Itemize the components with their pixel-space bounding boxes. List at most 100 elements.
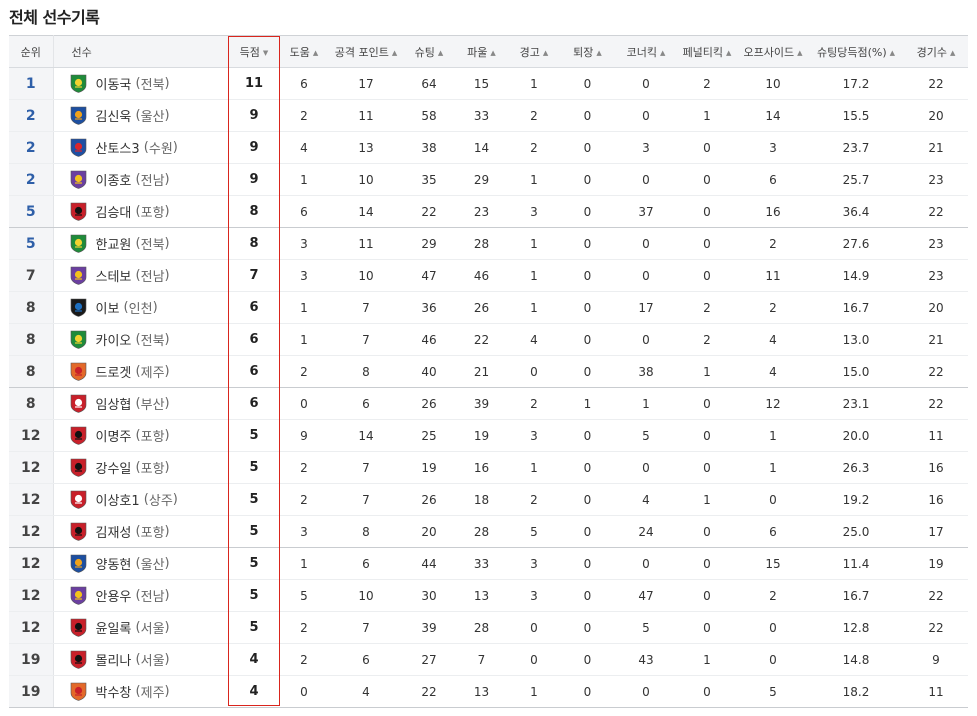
player-name[interactable]: 드로겟 <box>96 366 132 381</box>
corners-cell: 43 <box>616 643 676 676</box>
column-header-player: 선수 <box>53 35 228 68</box>
team-name: 수원 <box>148 142 173 157</box>
sort-asc-icon[interactable]: ▲ <box>313 49 318 57</box>
penalties-cell: 0 <box>676 227 738 260</box>
player-name[interactable]: 김재성 <box>96 526 132 541</box>
team-emblem-icon <box>70 586 87 605</box>
games-cell: 23 <box>904 227 968 260</box>
player-name[interactable]: 양동현 <box>96 558 132 573</box>
sort-asc-icon[interactable]: ▲ <box>490 49 495 57</box>
team-paren-close: ) <box>164 428 170 443</box>
player-name[interactable]: 이상호1 <box>96 494 140 509</box>
attack-points-cell: 6 <box>328 387 404 420</box>
player-name[interactable]: 임상협 <box>96 398 132 413</box>
offsides-cell: 16 <box>738 195 808 228</box>
sort-asc-icon[interactable]: ▲ <box>950 49 955 57</box>
player-name[interactable]: 이동국 <box>96 78 132 93</box>
goals-cell: 5 <box>228 515 280 548</box>
assists-cell: 2 <box>280 611 328 644</box>
team-name: 포항 <box>140 206 165 221</box>
player-name[interactable]: 한교원 <box>96 238 132 253</box>
red-cell: 0 <box>559 643 616 676</box>
rank-cell: 8 <box>9 323 54 356</box>
player-name[interactable]: 스테보 <box>96 270 132 285</box>
team-paren-open: ( <box>131 76 141 91</box>
player-name[interactable]: 이종호 <box>96 174 132 189</box>
fouls-cell: 19 <box>454 419 509 452</box>
sort-desc-icon[interactable]: ▼ <box>263 49 268 57</box>
sort-asc-icon[interactable]: ▲ <box>660 49 665 57</box>
red-cell: 0 <box>559 483 616 516</box>
penalties-cell: 0 <box>676 259 738 292</box>
sort-asc-icon[interactable]: ▲ <box>392 49 397 57</box>
player-name[interactable]: 이보 <box>96 302 120 317</box>
shots-cell: 46 <box>404 323 454 356</box>
team-paren-close: ) <box>164 652 170 667</box>
sort-asc-icon[interactable]: ▲ <box>438 49 443 57</box>
player-cell: 드로겟 (제주) <box>53 355 228 388</box>
table-row: 5 김승대 (포항) 8 6 14 22 23 3 0 37 0 16 36.4 22 <box>9 195 968 228</box>
table-row: 2 이종호 (전남) 9 1 10 35 29 1 0 0 0 6 25.7 23 <box>9 163 968 196</box>
sort-asc-icon[interactable]: ▲ <box>726 49 731 57</box>
column-header-assists[interactable]: 도움 ▲ <box>280 35 328 68</box>
sort-asc-icon[interactable]: ▲ <box>543 49 548 57</box>
penalties-cell: 0 <box>676 547 738 580</box>
yellow-cell: 1 <box>509 451 559 484</box>
red-cell: 0 <box>559 611 616 644</box>
column-header-offsides[interactable]: 오프사이드 ▲ <box>738 35 808 68</box>
team-paren-open: ( <box>131 108 141 123</box>
fouls-cell: 13 <box>454 675 509 708</box>
sort-asc-icon[interactable]: ▲ <box>890 49 895 57</box>
penalties-cell: 0 <box>676 195 738 228</box>
player-name[interactable]: 카이오 <box>96 334 132 349</box>
conversion-cell: 15.0 <box>808 355 904 388</box>
team-paren-open: ( <box>119 300 129 315</box>
sort-asc-icon[interactable]: ▲ <box>797 49 802 57</box>
fouls-cell: 39 <box>454 387 509 420</box>
player-name[interactable]: 이명주 <box>96 430 132 445</box>
attack-points-cell: 8 <box>328 355 404 388</box>
column-header-goals[interactable]: 득점 ▼ <box>228 35 280 68</box>
player-name[interactable]: 김신욱 <box>96 110 132 125</box>
column-header-red[interactable]: 퇴장 ▲ <box>559 35 616 68</box>
goals-cell: 6 <box>228 387 280 420</box>
red-cell: 0 <box>559 131 616 164</box>
attack-points-cell: 13 <box>328 131 404 164</box>
player-name[interactable]: 박수창 <box>96 686 132 701</box>
sort-asc-icon[interactable]: ▲ <box>596 49 601 57</box>
player-name[interactable]: 강수일 <box>96 462 132 477</box>
penalties-cell: 0 <box>676 579 738 612</box>
penalties-cell: 0 <box>676 515 738 548</box>
yellow-cell: 4 <box>509 323 559 356</box>
column-header-conversion[interactable]: 슈팅당득점(%) ▲ <box>808 35 904 68</box>
column-header-yellow[interactable]: 경고 ▲ <box>509 35 559 68</box>
team-paren-open: ( <box>131 236 141 251</box>
penalties-cell: 0 <box>676 163 738 196</box>
column-header-penalties[interactable]: 페널티킥 ▲ <box>676 35 738 68</box>
team-emblem-icon <box>70 490 87 509</box>
team-emblem-icon <box>70 234 87 253</box>
player-name[interactable]: 윤일록 <box>96 622 132 637</box>
offsides-cell: 11 <box>738 259 808 292</box>
games-cell: 22 <box>904 579 968 612</box>
fouls-cell: 15 <box>454 67 509 100</box>
team-paren-open: ( <box>131 556 141 571</box>
column-header-fouls[interactable]: 파울 ▲ <box>454 35 509 68</box>
player-name[interactable]: 몰리나 <box>96 654 132 669</box>
offsides-cell: 14 <box>738 99 808 132</box>
player-cell: 임상협 (부산) <box>53 387 228 420</box>
attack-points-cell: 6 <box>328 547 404 580</box>
column-header-games[interactable]: 경기수 ▲ <box>904 35 968 68</box>
column-header-corners[interactable]: 코너킥 ▲ <box>616 35 676 68</box>
goals-cell: 9 <box>228 163 280 196</box>
player-name[interactable]: 김승대 <box>96 206 132 221</box>
team-paren-close: ) <box>164 588 170 603</box>
player-name[interactable]: 안용우 <box>96 590 132 605</box>
attack-points-cell: 7 <box>328 291 404 324</box>
column-header-shots[interactable]: 슈팅 ▲ <box>404 35 454 68</box>
column-header-attack_points[interactable]: 공격 포인트 ▲ <box>328 35 404 68</box>
player-name[interactable]: 산토스3 <box>96 142 140 157</box>
assists-cell: 1 <box>280 163 328 196</box>
offsides-cell: 0 <box>738 643 808 676</box>
conversion-cell: 20.0 <box>808 419 904 452</box>
